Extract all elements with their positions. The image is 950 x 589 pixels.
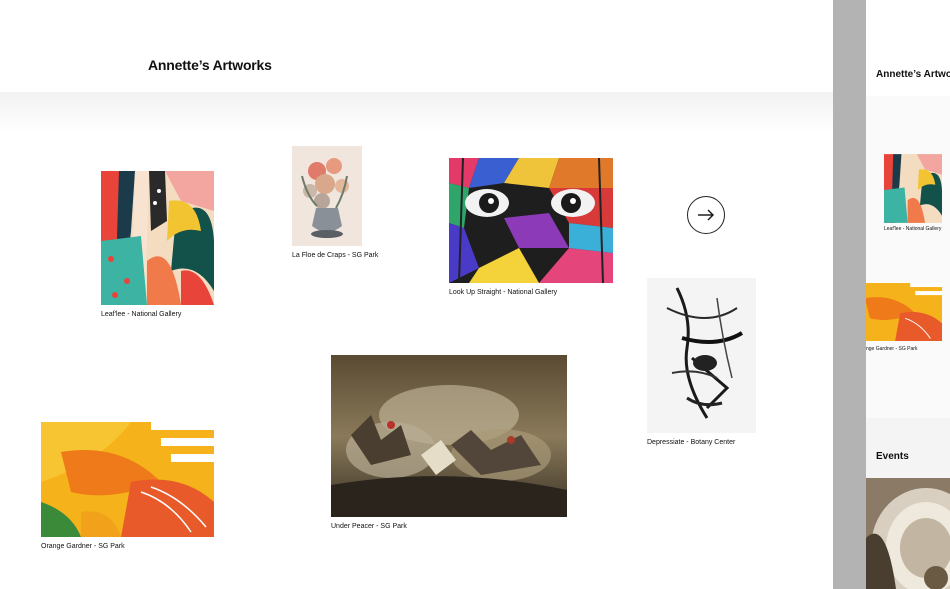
- artwork-caption: Look Up Straight - National Gallery: [449, 289, 558, 296]
- events-heading: Events: [876, 451, 909, 462]
- artwork-image-leaflee[interactable]: [101, 171, 214, 305]
- artwork-card-orange-gardner[interactable]: Orange Gardner - SG Park: [41, 422, 214, 550]
- artwork-caption: Orange Gardner - SG Park: [41, 543, 125, 550]
- artwork-caption: Depressiate - Botany Center: [647, 439, 736, 446]
- artwork-card-depressiate[interactable]: Depressiate - Botany Center: [647, 278, 756, 446]
- artwork-image-la-floe-de-craps[interactable]: [292, 146, 362, 246]
- artwork-image-orange-gardner[interactable]: [41, 422, 214, 537]
- side-artwork-image-orange-gardner[interactable]: [866, 283, 942, 341]
- artwork-image-look-up-straight[interactable]: [449, 158, 613, 283]
- artworks-canvas: Annette’s Artworks Leaf'lee - National G…: [0, 0, 833, 589]
- artwork-card-leaflee[interactable]: Leaf'lee - National Gallery: [101, 171, 214, 318]
- artwork-image-depressiate[interactable]: [647, 278, 756, 433]
- artwork-card-la-floe-de-craps[interactable]: La Floe de Craps - SG Park: [292, 146, 378, 259]
- arrow-right-icon: [698, 209, 714, 221]
- events-section-header: [866, 418, 950, 478]
- artwork-card-look-up-straight[interactable]: Look Up Straight - National Gallery: [449, 158, 613, 296]
- page-title: Annette’s Artworks: [148, 57, 272, 73]
- side-panel-preview[interactable]: Annette’s Artworks Leaf'lee - National G…: [866, 0, 950, 589]
- artwork-card-under-peacer[interactable]: Under Peacer - SG Park: [331, 355, 567, 530]
- artwork-caption: Under Peacer - SG Park: [331, 523, 407, 530]
- side-artwork-image-leaflee[interactable]: [884, 154, 942, 223]
- artwork-caption: La Floe de Craps - SG Park: [292, 252, 379, 259]
- side-panel-title: Annette’s Artworks: [876, 69, 950, 80]
- side-panel-header: [866, 0, 950, 96]
- side-artwork-caption: Leaf'lee - National Gallery: [884, 226, 942, 232]
- artwork-caption: Leaf'lee - National Gallery: [101, 311, 182, 318]
- page-header: [0, 0, 833, 92]
- header-shadow: [0, 92, 833, 132]
- side-artwork-caption: nge Gardner - SG Park: [866, 346, 918, 352]
- artwork-image-under-peacer[interactable]: [331, 355, 567, 517]
- panel-divider: [833, 0, 866, 589]
- next-arrow-button[interactable]: [687, 196, 725, 234]
- events-image[interactable]: [866, 478, 950, 589]
